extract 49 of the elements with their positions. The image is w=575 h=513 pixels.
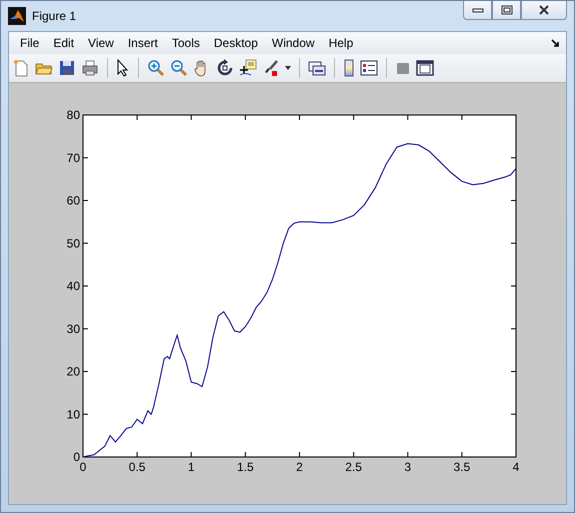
link-icon[interactable]: [308, 59, 326, 77]
y-tick-label: 80: [66, 108, 80, 122]
y-tick-label: 50: [66, 236, 80, 250]
y-tick-label: 30: [66, 322, 80, 336]
y-tick-label: 40: [66, 279, 80, 293]
rotate-icon[interactable]: [216, 59, 234, 77]
x-tick-label: 2.5: [345, 460, 362, 474]
x-tick-label: 1.5: [237, 460, 254, 474]
x-tick-label: 3: [404, 460, 412, 474]
legend-icon[interactable]: [360, 59, 378, 77]
x-tick-label: 4: [512, 460, 520, 474]
pointer-arrow-icon[interactable]: [116, 59, 130, 77]
menu-item[interactable]: Edit: [46, 34, 82, 52]
x-tick-label: 3.5: [454, 460, 470, 474]
x-tick-label: 2: [296, 460, 303, 474]
minimize-icon: [472, 6, 484, 14]
maximize-icon: [500, 5, 512, 15]
menu-item[interactable]: Tools: [164, 34, 207, 52]
menu-item[interactable]: Insert: [120, 34, 165, 52]
save-icon[interactable]: [58, 59, 76, 77]
app-logo-icon: [8, 7, 26, 25]
x-tick-label: 0.5: [128, 460, 146, 474]
menu-item[interactable]: File: [13, 34, 46, 52]
data-cursor-icon[interactable]: [239, 59, 257, 77]
minimize-button[interactable]: [463, 1, 492, 20]
window-panel-icon[interactable]: [416, 59, 434, 77]
dropdown-caret-icon[interactable]: [285, 66, 291, 70]
y-tick-label: 0: [73, 450, 80, 464]
window-title: Figure 1: [32, 9, 76, 23]
new-file-icon[interactable]: [12, 59, 30, 77]
y-tick-label: 20: [66, 364, 80, 378]
close-icon: [538, 5, 550, 15]
zoom-in-icon[interactable]: [147, 59, 165, 77]
y-tick-label: 70: [66, 150, 80, 165]
zoom-out-icon[interactable]: [170, 59, 188, 77]
menu-item[interactable]: Help: [322, 34, 360, 52]
y-tick-label: 60: [66, 194, 80, 208]
y-tick-label: 10: [66, 407, 80, 422]
maximize-button[interactable]: [492, 1, 521, 20]
menu-item[interactable]: Desktop: [206, 34, 265, 52]
print-icon[interactable]: [81, 59, 99, 77]
x-tick-label: 1: [188, 460, 195, 474]
menu-item[interactable]: View: [81, 34, 121, 52]
menu-item[interactable]: Window: [264, 34, 322, 52]
x-tick-label: 0: [80, 460, 86, 474]
colorbar-icon[interactable]: [343, 59, 355, 77]
brush-icon[interactable]: [262, 59, 280, 77]
dock-arrow-icon[interactable]: [551, 38, 560, 48]
close-button[interactable]: [521, 1, 567, 20]
